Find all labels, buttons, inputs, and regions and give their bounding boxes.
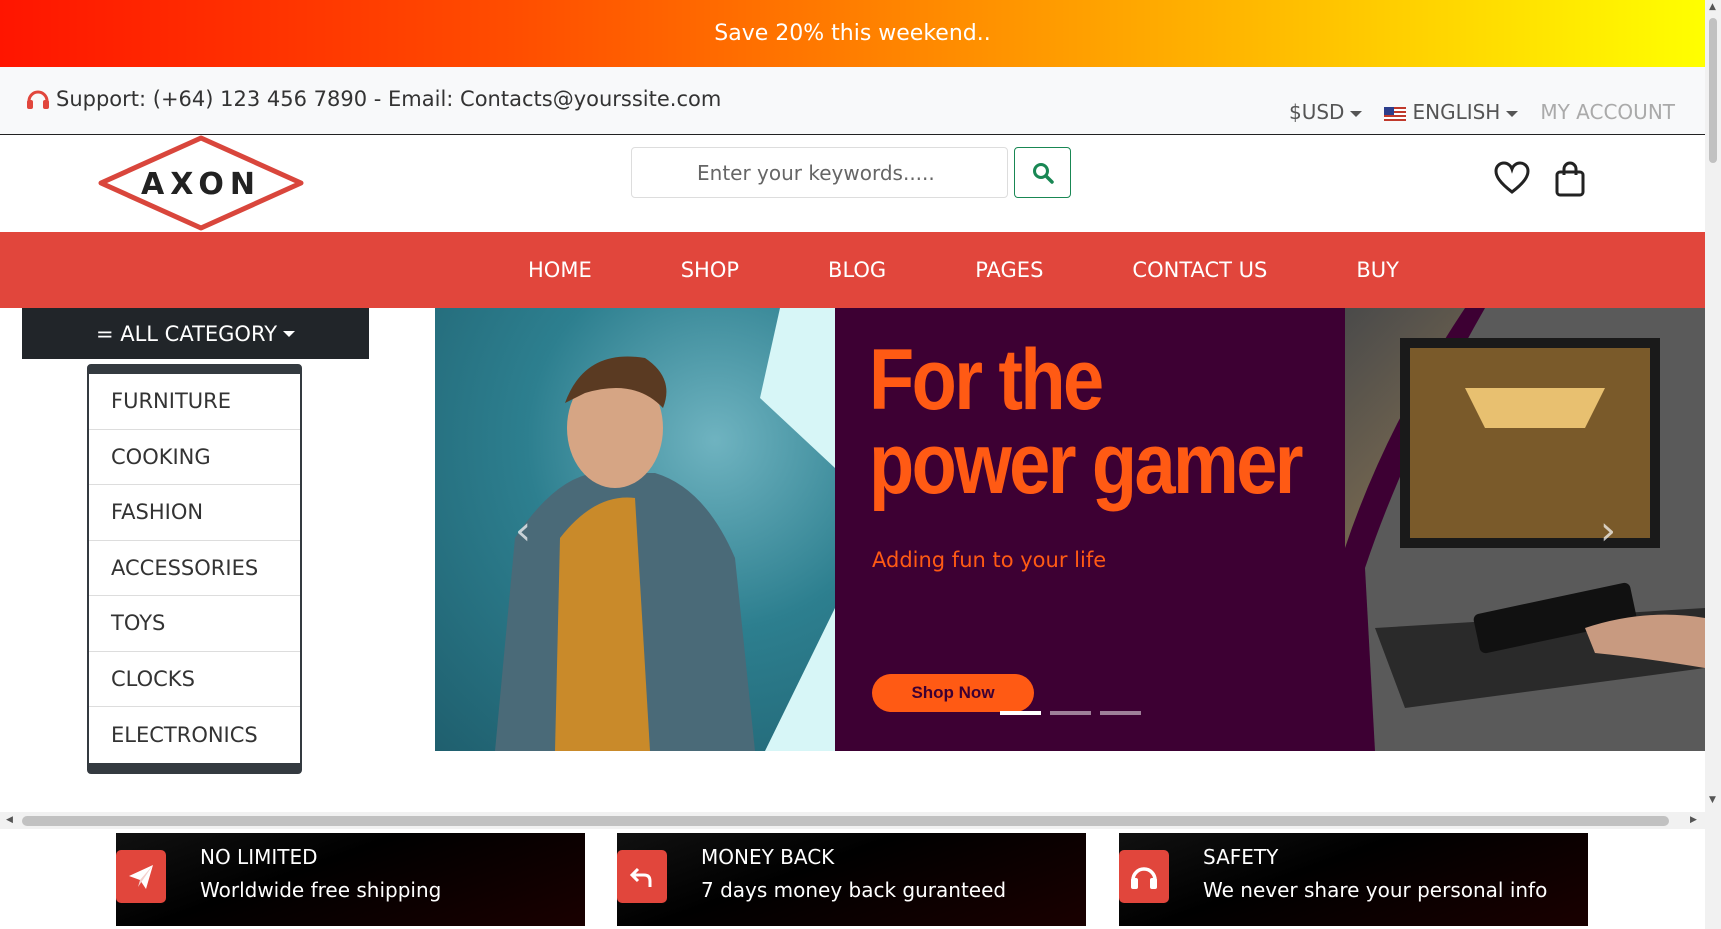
all-category-label: = ALL CATEGORY	[95, 321, 278, 346]
category-item-cooking[interactable]: COOKING	[89, 430, 300, 485]
search-bar	[631, 147, 1071, 198]
carousel-indicator[interactable]	[1100, 711, 1141, 715]
vertical-scrollbar-thumb[interactable]	[1709, 18, 1717, 163]
hero-title: For the power gamer	[869, 332, 1304, 512]
carousel-indicator[interactable]	[1050, 711, 1091, 715]
nav-item-buy[interactable]: BUY	[1356, 258, 1399, 282]
search-icon	[1032, 162, 1054, 184]
feature-title: NO LIMITED	[200, 845, 318, 869]
search-button[interactable]	[1014, 147, 1071, 198]
currency-dropdown[interactable]: $USD	[1289, 100, 1363, 124]
feature-safety: SAFETY We never share your personal info	[1119, 833, 1588, 926]
feature-title: MONEY BACK	[701, 845, 835, 869]
bag-icon[interactable]	[1554, 161, 1586, 197]
chevron-down-icon	[283, 330, 296, 337]
paper-plane-icon	[116, 850, 166, 903]
feature-text: Worldwide free shipping	[200, 878, 442, 902]
category-item-toys[interactable]: TOYS	[89, 596, 300, 652]
scroll-down-icon[interactable]: ▼	[1709, 795, 1716, 805]
language-dropdown[interactable]: ENGLISH	[1384, 100, 1519, 124]
nav-item-shop[interactable]: SHOP	[681, 258, 739, 282]
feature-free-shipping: NO LIMITED Worldwide free shipping	[116, 833, 585, 926]
hero-model-image	[435, 308, 835, 751]
undo-arrow-icon	[617, 850, 667, 903]
nav-item-pages[interactable]: PAGES	[975, 258, 1043, 282]
search-input[interactable]	[631, 147, 1008, 198]
hero-carousel: ‹ › For the power gamer Adding fun to yo…	[435, 308, 1705, 751]
us-flag-icon	[1384, 106, 1407, 121]
promo-banner: Save 20% this weekend..	[0, 0, 1705, 67]
feature-text: We never share your personal info	[1203, 878, 1548, 902]
hero-gaming-image	[1345, 308, 1705, 751]
headphones-icon	[26, 88, 50, 110]
main-nav: HOME SHOP BLOG PAGES CONTACT US BUY	[0, 232, 1705, 308]
feature-title: SAFETY	[1203, 845, 1279, 869]
category-menu: FURNITURE COOKING FASHION ACCESSORIES TO…	[87, 364, 302, 774]
scroll-left-icon[interactable]: ◀	[6, 815, 13, 825]
category-item-fashion[interactable]: FASHION	[89, 485, 300, 541]
chevron-down-icon	[1506, 110, 1519, 117]
feature-text: 7 days money back guranteed	[701, 878, 1007, 902]
horizontal-scrollbar-thumb[interactable]	[22, 816, 1669, 826]
carousel-indicator[interactable]	[1000, 711, 1041, 715]
category-item-electronics[interactable]: ELECTRONICS	[89, 707, 300, 763]
language-label: ENGLISH	[1412, 100, 1501, 124]
promo-text: Save 20% this weekend..	[714, 21, 991, 46]
carousel-prev-icon[interactable]: ‹	[515, 508, 531, 554]
carousel-indicators	[1000, 711, 1141, 715]
hero-title-line2: power gamer	[869, 416, 1304, 512]
shop-now-button[interactable]: Shop Now	[872, 674, 1034, 712]
nav-item-contact-us[interactable]: CONTACT US	[1132, 258, 1267, 282]
category-item-accessories[interactable]: ACCESSORIES	[89, 541, 300, 596]
heart-icon[interactable]	[1494, 161, 1530, 195]
site-header: AXON	[0, 135, 1705, 232]
category-item-clocks[interactable]: CLOCKS	[89, 652, 300, 707]
nav-item-blog[interactable]: BLOG	[828, 258, 886, 282]
scroll-right-icon[interactable]: ▶	[1690, 815, 1697, 825]
category-item-furniture[interactable]: FURNITURE	[89, 374, 300, 430]
scroll-up-icon[interactable]: ▲	[1709, 2, 1716, 12]
vertical-scrollbar[interactable]: ▲ ▼	[1705, 0, 1721, 929]
hero-title-line1: For the	[869, 332, 1104, 428]
headphones-icon	[1119, 850, 1169, 903]
nav-item-home[interactable]: HOME	[528, 258, 592, 282]
my-account-link[interactable]: MY ACCOUNT	[1540, 100, 1675, 124]
horizontal-scrollbar[interactable]: ◀ ▶	[0, 812, 1705, 829]
axon-logo[interactable]: AXON	[98, 135, 304, 231]
support-bar: Support: (+64) 123 456 7890 - Email: Con…	[0, 67, 1705, 135]
all-category-button[interactable]: = ALL CATEGORY	[22, 308, 369, 359]
hero-subtitle: Adding fun to your life	[872, 548, 1107, 572]
currency-label: $USD	[1289, 100, 1345, 124]
svg-text:AXON: AXON	[141, 167, 261, 202]
carousel-next-icon[interactable]: ›	[1600, 508, 1616, 554]
chevron-down-icon	[1350, 110, 1363, 117]
support-info: Support: (+64) 123 456 7890 - Email: Con…	[26, 87, 721, 111]
support-text: Support: (+64) 123 456 7890 - Email: Con…	[56, 87, 722, 111]
feature-money-back: MONEY BACK 7 days money back guranteed	[617, 833, 1086, 926]
